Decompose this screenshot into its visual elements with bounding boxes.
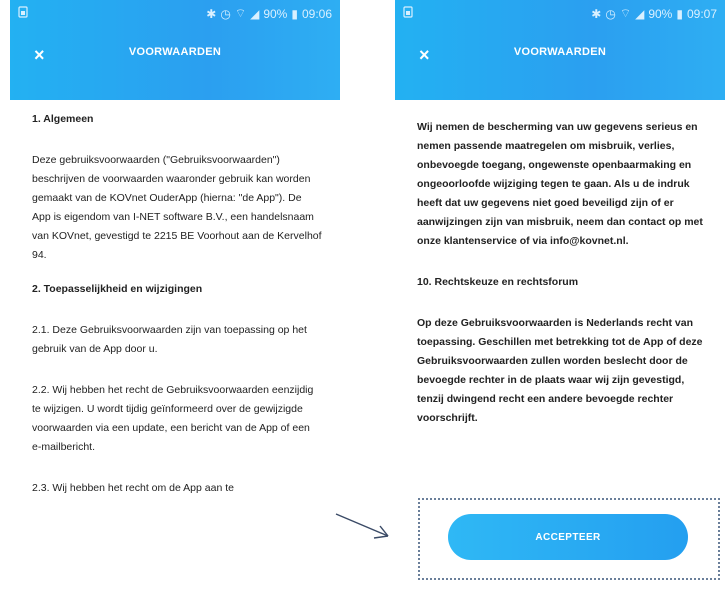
sim-icon [403, 6, 413, 18]
status-bar: ✱ ◷ ⌔ ◢ 90% ▮ 09:07 [403, 6, 717, 24]
battery-percent: 90% [263, 6, 288, 21]
alarm-icon: ◷ [605, 6, 616, 21]
clock: 09:07 [686, 6, 717, 21]
battery-icon: ▮ [291, 6, 298, 21]
screen-left: ✱ ◷ ⌔ ◢ 90% ▮ 09:06 × VOORWAARDEN 1. Alg… [10, 0, 340, 616]
app-header: ✱ ◷ ⌔ ◢ 90% ▮ 09:06 × VOORWAARDEN [10, 0, 340, 100]
bluetooth-icon: ✱ [206, 6, 217, 21]
terms-content: 1. Algemeen Deze gebruiksvoorwaarden ("G… [32, 110, 322, 616]
paragraph: 2.3. Wij hebben het recht om de App aan … [32, 482, 234, 494]
status-bar: ✱ ◷ ⌔ ◢ 90% ▮ 09:06 [18, 6, 332, 24]
wifi-icon: ⌔ [234, 6, 247, 20]
phone-screen-left: ✱ ◷ ⌔ ◢ 90% ▮ 09:06 × VOORWAARDEN 1. Alg… [10, 0, 340, 616]
sim-icon [18, 6, 28, 18]
paragraph: 2.2. Wij hebben het recht de Gebruiksvoo… [32, 384, 314, 453]
title-bar: × VOORWAARDEN [395, 40, 725, 70]
page-title: VOORWAARDEN [513, 46, 607, 58]
accept-highlight: ACCEPTEER [418, 498, 720, 580]
paragraph: Op deze Gebruiksvoorwaarden is Nederland… [417, 317, 703, 424]
clock: 09:06 [301, 6, 332, 21]
alarm-icon: ◷ [220, 6, 231, 21]
section-heading: 2. Toepasselijkheid en wijzigingen [32, 283, 203, 295]
signal-icon: ◢ [635, 6, 645, 21]
paragraph: Wij nemen de bescherming van uw gegevens… [417, 121, 703, 247]
pointer-arrow-icon [335, 513, 389, 539]
battery-icon: ▮ [676, 6, 683, 21]
app-header: ✱ ◷ ⌔ ◢ 90% ▮ 09:07 × VOORWAARDEN [395, 0, 725, 100]
title-bar: × VOORWAARDEN [10, 40, 340, 70]
bluetooth-icon: ✱ [591, 6, 602, 21]
page-title: VOORWAARDEN [128, 46, 222, 58]
section-heading: 1. Algemeen [32, 113, 94, 125]
paragraph: 2.1. Deze Gebruiksvoorwaarden zijn van t… [32, 324, 307, 355]
section-heading: 10. Rechtskeuze en rechtsforum [417, 276, 579, 288]
signal-icon: ◢ [250, 6, 260, 21]
paragraph: Deze gebruiksvoorwaarden ("Gebruiksvoorw… [32, 154, 322, 261]
battery-percent: 90% [648, 6, 673, 21]
wifi-icon: ⌔ [619, 6, 632, 20]
accept-button[interactable]: ACCEPTEER [448, 514, 688, 560]
